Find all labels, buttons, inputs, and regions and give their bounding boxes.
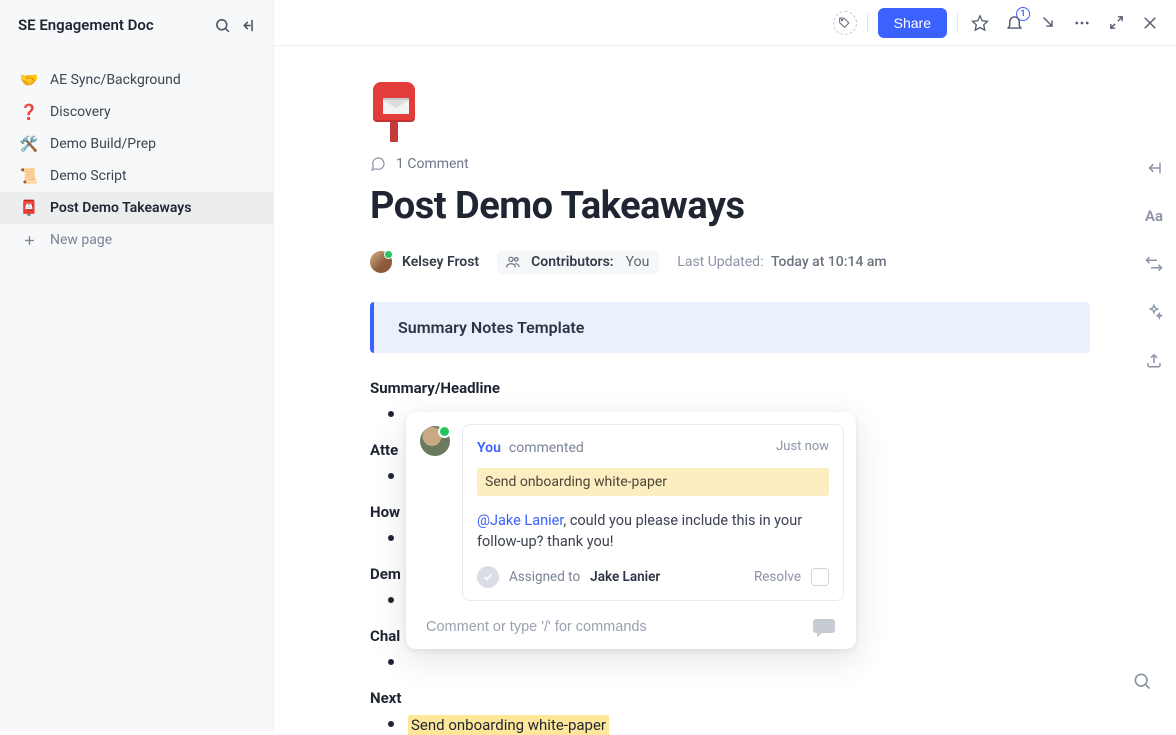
highlighted-text: Send onboarding white-paper [408,715,609,735]
export-icon[interactable] [1142,348,1166,372]
close-icon[interactable] [1138,11,1162,35]
bullet-icon [388,411,394,417]
comment-footer: Assigned to Jake Lanier Resolve [477,566,829,588]
comment-count-link[interactable]: 1 Comment [370,156,1090,172]
bullet-icon [388,659,394,665]
sidebar-item-label: AE Sync/Background [50,72,181,88]
sidebar-item-label: Demo Script [50,168,127,184]
resolve-checkbox[interactable] [811,568,829,586]
section-next: Next Send onboarding white-paper [370,689,1090,735]
comment-icon [370,156,386,172]
outdent-icon[interactable] [1142,156,1166,180]
sidebar-item-label: Discovery [50,104,111,120]
sidebar-item-demo-build[interactable]: 🛠️ Demo Build/Prep [0,128,273,160]
comment-input[interactable] [426,619,812,635]
mention[interactable]: @Jake Lanier [477,512,563,529]
divider [957,13,958,33]
share-button[interactable]: Share [878,8,947,38]
section-heading: Next [370,689,1090,707]
question-icon: ❓ [20,103,38,121]
notifications-icon[interactable]: 1 [1002,11,1026,35]
topbar: Share 1 [274,0,1176,46]
assigned-to-label: Assigned to [509,569,580,585]
plus-icon [20,231,38,249]
sidebar-item-demo-script[interactable]: 📜 Demo Script [0,160,273,192]
search-icon[interactable] [211,14,233,36]
meta-row: Kelsey Frost Contributors You Last Updat… [370,250,1090,274]
last-updated: Last Updated: Today at 10:14 am [677,254,886,270]
sidebar-item-ae-sync[interactable]: 🤝 AE Sync/Background [0,64,273,96]
resolve-label: Resolve [754,569,801,585]
updated-label: Last Updated: [677,254,763,270]
section-heading: Summary/Headline [370,379,1090,397]
sidebar-nav: 🤝 AE Sync/Background ❓ Discovery 🛠️ Demo… [0,64,273,256]
divider [867,13,868,33]
comment-count-label: 1 Comment [396,156,469,172]
bullet-icon [388,721,394,727]
bullet-icon [388,535,394,541]
sidebar: SE Engagement Doc 🤝 AE Sync/Background ❓… [0,0,274,731]
favorite-icon[interactable] [968,11,992,35]
author-name: Kelsey Frost [402,254,479,270]
sidebar-new-page[interactable]: New page [0,224,273,256]
list-item[interactable]: Send onboarding white-paper [388,715,1090,735]
sidebar-item-post-demo[interactable]: 📮 Post Demo Takeaways [0,192,273,224]
bullet-icon [388,473,394,479]
comment-action: commented [509,440,584,456]
comment-timestamp: Just now [776,439,829,454]
page-title: Post Demo Takeaways [370,184,1090,228]
sidebar-item-discovery[interactable]: ❓ Discovery [0,96,273,128]
list-item[interactable] [388,653,1090,671]
notification-badge: 1 [1016,7,1030,21]
typography-icon[interactable]: Aa [1142,204,1166,228]
comment-header: You commented Just now [477,437,829,456]
ai-icon[interactable] [1142,300,1166,324]
expand-icon[interactable] [1104,11,1128,35]
mailbox-icon: 📮 [20,199,38,217]
comment-card: You commented Just now Send onboarding w… [462,424,844,601]
download-icon[interactable] [1036,11,1060,35]
assigned-check-icon[interactable] [477,566,499,588]
new-page-label: New page [50,232,112,248]
comment-body: @Jake Lanier, could you please include t… [477,510,829,552]
tag-button[interactable] [833,11,857,35]
scroll-icon: 📜 [20,167,38,185]
contributors-chip[interactable]: Contributors You [497,250,659,274]
comment-quote: Send onboarding white-paper [477,468,829,496]
people-icon [505,254,521,270]
contributors-label: Contributors [531,254,613,270]
updated-time: Today at 10:14 am [771,254,887,270]
callout-text: Summary Notes Template [398,318,584,337]
doc-title: SE Engagement Doc [18,16,207,34]
sidebar-header: SE Engagement Doc [0,0,273,46]
comment-author-avatar [420,426,450,456]
author-avatar [370,251,392,273]
sidebar-item-label: Demo Build/Prep [50,136,156,152]
comment-author: You [477,440,501,456]
more-menu-icon[interactable] [1070,11,1094,35]
callout-block[interactable]: Summary Notes Template [370,302,1090,353]
handshake-icon: 🤝 [20,71,38,89]
page-search-icon[interactable] [1130,669,1154,693]
tools-icon: 🛠️ [20,135,38,153]
comment-popover: You commented Just now Send onboarding w… [406,412,856,649]
send-comment-icon[interactable] [812,617,836,637]
assigned-to-name: Jake Lanier [590,569,660,585]
collapse-sidebar-icon[interactable] [237,14,259,36]
author-chip[interactable]: Kelsey Frost [370,251,479,273]
contributors-value: You [626,254,650,270]
sidebar-item-label: Post Demo Takeaways [50,200,191,216]
comment-input-row [418,613,844,639]
convert-icon[interactable] [1142,252,1166,276]
bullet-icon [388,597,394,603]
right-rail: Aa [1132,46,1176,731]
page-emoji-mailbox[interactable] [370,82,420,142]
